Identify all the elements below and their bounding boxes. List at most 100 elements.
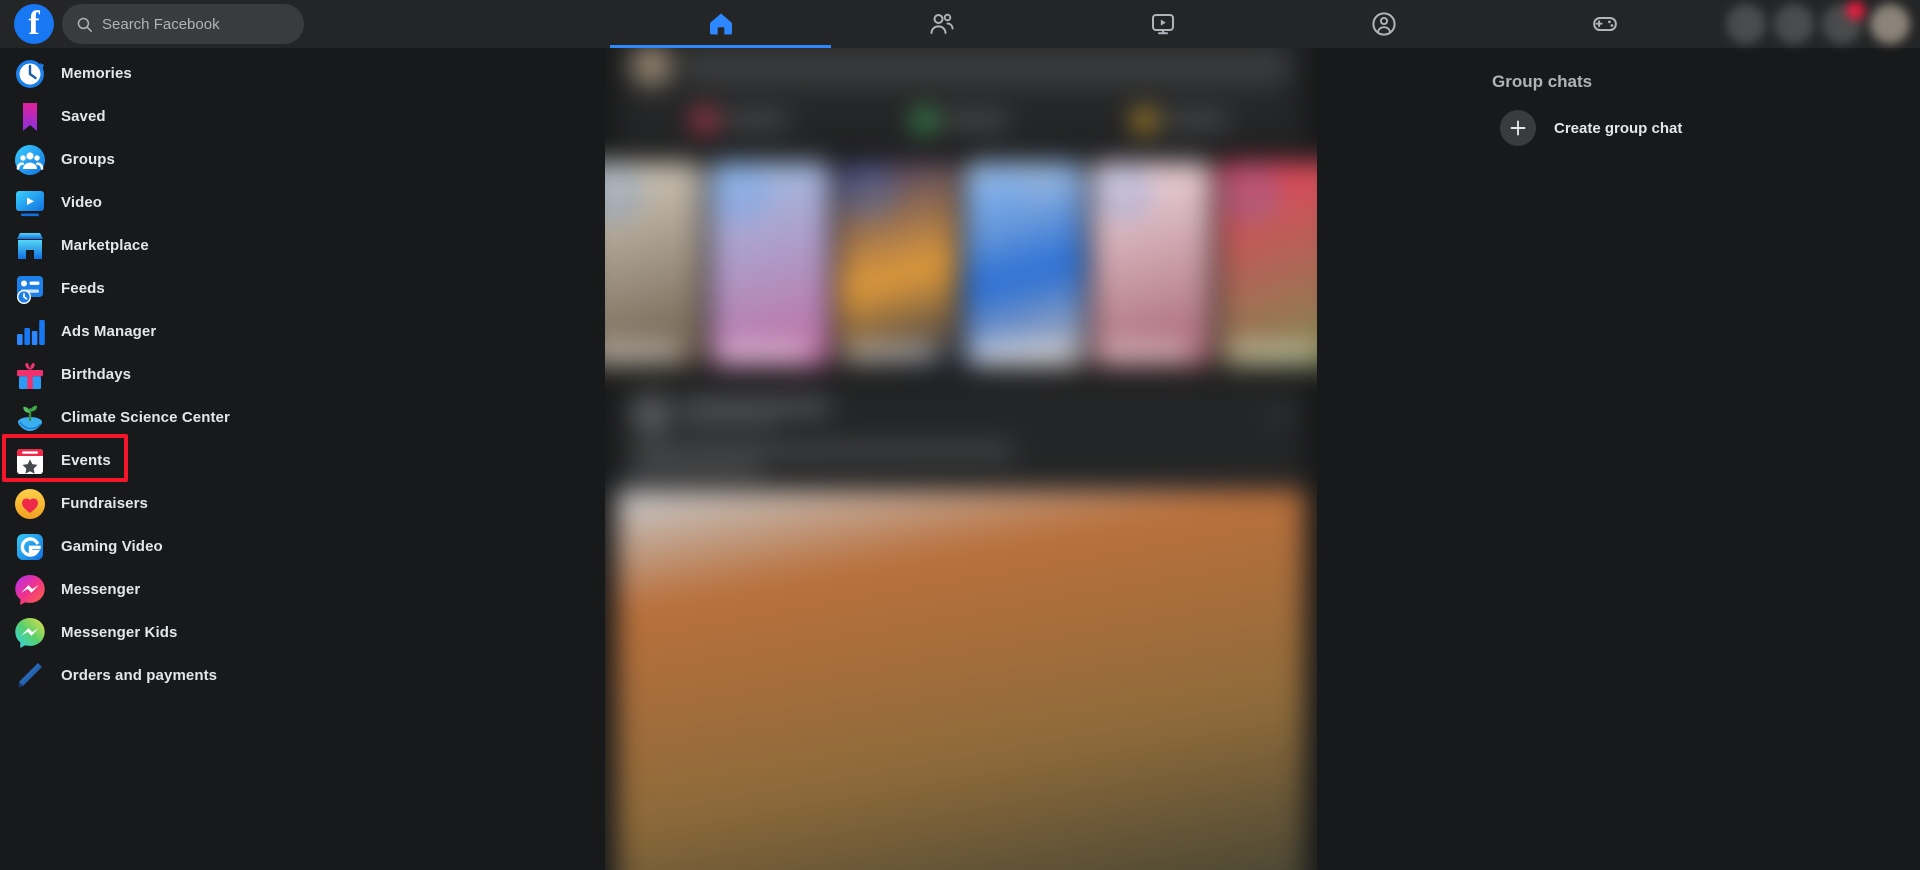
group-chats-title: Group chats — [1492, 72, 1593, 91]
sidebar-item-events[interactable]: Events — [0, 434, 600, 482]
grid-menu-icon[interactable] — [1726, 4, 1766, 44]
story-card[interactable] — [1092, 162, 1212, 367]
sidebar-item-messenger-kids[interactable]: Messenger Kids — [0, 611, 600, 654]
nav-tab-video[interactable] — [1052, 0, 1273, 48]
video-monitor-icon — [16, 190, 44, 216]
search-input[interactable]: Search Facebook — [62, 4, 304, 44]
create-group-chat-button[interactable]: Create group chat — [1484, 104, 1814, 152]
story-card[interactable] — [710, 162, 830, 367]
sidebar-item-ads-manager[interactable]: Ads Manager — [0, 310, 600, 353]
post-composer[interactable] — [617, 48, 1305, 147]
saved-bookmark-icon — [23, 102, 37, 131]
climate-sprout-icon — [18, 405, 42, 431]
video-icon — [1151, 14, 1174, 35]
topbar-right-controls — [1726, 0, 1910, 48]
live-video-icon — [693, 109, 715, 131]
nav-tab-gaming[interactable] — [1494, 0, 1715, 48]
feeds-icon — [17, 275, 43, 304]
sidebar-item-orders-and-payments[interactable]: Orders and payments — [0, 654, 600, 697]
bell-icon[interactable] — [1822, 1, 1865, 44]
composer-action-feeling-activity[interactable] — [1071, 102, 1291, 138]
composer-row — [631, 48, 1291, 86]
post-timestamp — [681, 419, 777, 428]
photo-video-label — [942, 114, 1009, 126]
story-avatar-ring — [1229, 172, 1272, 214]
facebook-logo-letter: f — [28, 5, 40, 42]
plus-icon — [1500, 110, 1536, 146]
composer-actions — [631, 102, 1291, 138]
story-avatar-ring — [605, 172, 635, 214]
post-author-avatar[interactable] — [631, 394, 672, 435]
post-menu-icon[interactable] — [1269, 411, 1291, 418]
post-header — [617, 394, 1305, 435]
sidebar-item-birthdays[interactable]: Birthdays — [0, 353, 600, 396]
memories-clock-icon — [16, 59, 44, 88]
composer-action-live-video[interactable] — [631, 102, 851, 138]
sidebar-item-marketplace[interactable]: Marketplace — [0, 224, 600, 267]
story-card[interactable] — [605, 162, 703, 367]
sidebar-item-label: Messenger — [61, 581, 141, 598]
sidebar-item-label: Groups — [61, 151, 115, 168]
sidebar-item-video[interactable]: Video — [0, 181, 600, 224]
search-placeholder-text: Search Facebook — [102, 15, 220, 33]
messenger-icon[interactable] — [1774, 4, 1814, 44]
story-avatar-ring — [720, 172, 763, 214]
sidebar-item-label: Events — [61, 452, 111, 469]
story-card[interactable] — [837, 162, 957, 367]
sidebar-item-label: Fundraisers — [61, 495, 148, 512]
avatar[interactable] — [1870, 4, 1910, 44]
composer-divider — [633, 97, 1289, 98]
nav-tab-marketplace[interactable] — [1273, 0, 1494, 48]
topbar-left-section: f Search Facebook — [0, 4, 600, 44]
sidebar-item-messenger[interactable]: Messenger — [0, 568, 600, 611]
sidebar-item-label: Feeds — [61, 280, 105, 297]
sidebar-item-label: Messenger Kids — [61, 624, 178, 641]
messenger-bolt-icon — [15, 574, 45, 605]
post-text-line — [631, 446, 1014, 456]
post-author-name — [681, 401, 831, 412]
live-video-label — [722, 114, 789, 126]
post-text — [617, 435, 1305, 484]
photo-video-icon — [913, 109, 935, 131]
post-image[interactable] — [617, 490, 1305, 870]
story-card[interactable] — [1219, 162, 1317, 367]
plus-glyph — [1510, 120, 1526, 136]
sidebar-item-label: Memories — [61, 65, 132, 82]
story-name — [1101, 347, 1190, 358]
sidebar-item-label: Saved — [61, 108, 106, 125]
notification-badge — [1846, 1, 1865, 20]
feed-post — [617, 381, 1305, 870]
feeling-activity-icon — [1133, 109, 1155, 131]
story-name — [973, 347, 1063, 358]
sidebar-item-label: Climate Science Center — [61, 409, 230, 426]
nav-tab-friends[interactable] — [831, 0, 1052, 48]
sidebar-item-memories[interactable]: Memories — [0, 52, 600, 95]
sidebar-item-fundraisers[interactable]: Fundraisers — [0, 482, 600, 525]
composer-input[interactable] — [681, 48, 1291, 86]
sidebar-item-label: Orders and payments — [61, 667, 218, 684]
sidebar-item-feeds[interactable]: Feeds — [0, 267, 600, 310]
sidebar-item-groups[interactable]: Groups — [0, 138, 600, 181]
messenger-kids-icon — [15, 617, 45, 648]
search-icon — [77, 17, 92, 32]
sidebar-item-climate-science-center[interactable]: Climate Science Center — [0, 396, 600, 439]
topbar-nav-tabs — [610, 0, 1715, 48]
story-avatar-ring — [847, 172, 890, 214]
story-name — [605, 347, 681, 358]
story-avatar-ring — [1102, 172, 1145, 214]
nav-tab-home[interactable] — [610, 0, 831, 48]
news-feed-area — [605, 48, 1317, 870]
events-calendar-star-icon — [17, 448, 43, 474]
story-avatar-ring — [974, 172, 1017, 214]
sidebar-item-saved[interactable]: Saved — [0, 95, 600, 138]
birthdays-gift-icon — [17, 362, 43, 389]
sidebar-item-gaming-video[interactable]: Gaming Video — [0, 525, 600, 568]
create-group-chat-label: Create group chat — [1554, 119, 1683, 137]
home-icon — [709, 13, 732, 35]
left-sidebar: Memories Saved Groups Video Marketplace … — [0, 48, 600, 870]
facebook-logo-icon[interactable]: f — [14, 4, 54, 44]
story-name — [846, 347, 935, 358]
composer-action-photo-video[interactable] — [851, 102, 1071, 138]
story-card[interactable] — [964, 162, 1085, 367]
ads-manager-bars-icon — [17, 319, 45, 345]
